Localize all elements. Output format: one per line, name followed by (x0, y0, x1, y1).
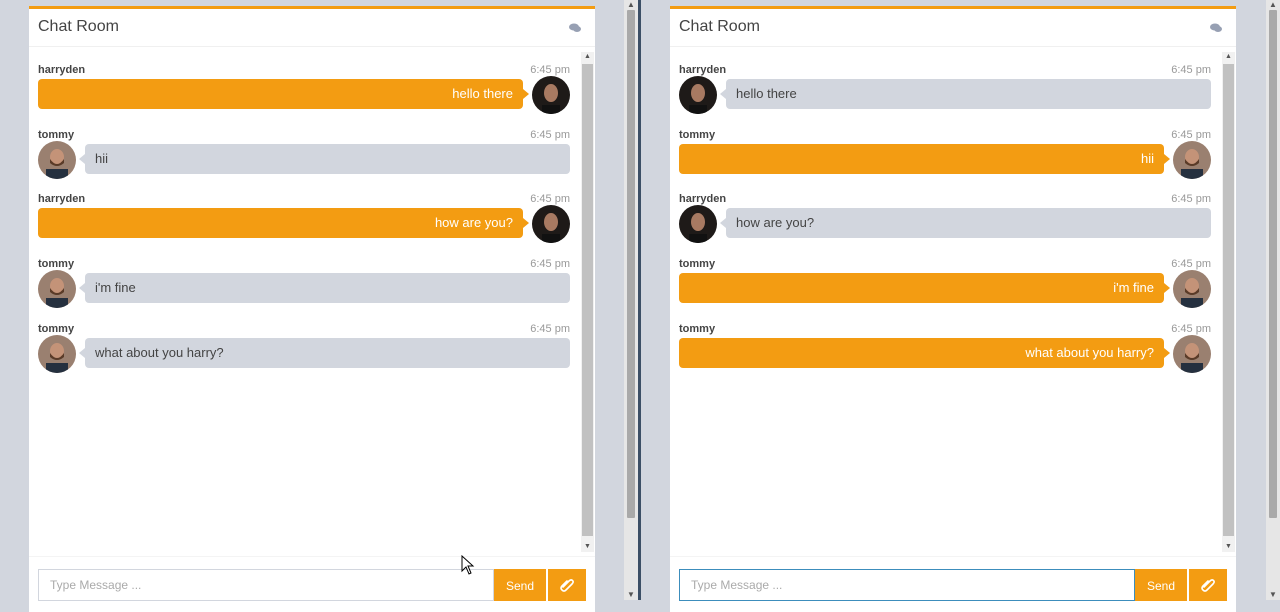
paperclip-icon (560, 579, 574, 592)
chat-header: Chat Room (29, 9, 595, 47)
message-time: 6:45 pm (1171, 258, 1211, 270)
message-bubble: hello there (720, 79, 1211, 109)
sender-name: tommy (38, 258, 75, 270)
avatar-harryden (532, 205, 570, 243)
scroll-up-arrow-icon[interactable]: ▲ (624, 0, 638, 10)
chat-header: Chat Room (670, 9, 1236, 47)
message-list: harryden 6:45 pm hello there tommy 6:45 … (670, 52, 1220, 552)
chat-box: Chat Room harryden 6:45 pm hello there t… (29, 6, 595, 612)
chat-footer: Send (670, 556, 1236, 612)
sender-name: harryden (679, 193, 727, 205)
message-time: 6:45 pm (1171, 193, 1211, 205)
message-list: harryden 6:45 pm hello there tommy 6:45 … (29, 52, 579, 552)
scrollbar-thumb[interactable] (582, 64, 593, 536)
message-time: 6:45 pm (530, 323, 570, 335)
message-bubble: what about you harry? (679, 338, 1170, 368)
chat-title: Chat Room (38, 18, 119, 35)
sender-name: harryden (38, 64, 86, 76)
chat-footer: Send (29, 556, 595, 612)
scroll-down-arrow-icon[interactable]: ▼ (624, 590, 638, 600)
send-button[interactable]: Send (1135, 569, 1187, 601)
message-bubble: how are you? (720, 208, 1211, 238)
message-item: tommy 6:45 pm hii (38, 129, 570, 189)
scroll-down-arrow-icon[interactable]: ▼ (581, 542, 594, 552)
window-scrollbar[interactable]: ▲ ▼ (1266, 0, 1280, 600)
avatar-tommy (38, 335, 76, 373)
message-bubble: hello there (38, 79, 529, 109)
avatar-tommy (1173, 335, 1211, 373)
message-time: 6:45 pm (530, 64, 570, 76)
message-item: harryden 6:45 pm hello there (679, 64, 1211, 124)
chat-title: Chat Room (679, 18, 760, 35)
scroll-down-arrow-icon[interactable]: ▼ (1266, 590, 1280, 600)
message-bubble: i'm fine (679, 273, 1170, 303)
message-time: 6:45 pm (1171, 129, 1211, 141)
comments-icon[interactable] (1210, 23, 1222, 33)
message-item: harryden 6:45 pm hello there (38, 64, 570, 124)
scrollbar-thumb[interactable] (627, 10, 635, 518)
message-item: tommy 6:45 pm hii (679, 129, 1211, 189)
avatar-tommy (38, 270, 76, 308)
avatar-tommy (1173, 141, 1211, 179)
message-time: 6:45 pm (530, 258, 570, 270)
scroll-up-arrow-icon[interactable]: ▲ (1266, 0, 1280, 10)
paperclip-icon (1201, 579, 1215, 592)
sender-name: tommy (679, 129, 716, 141)
avatar-harryden (679, 76, 717, 114)
message-item: tommy 6:45 pm i'm fine (679, 258, 1211, 318)
scroll-down-arrow-icon[interactable]: ▼ (1222, 542, 1235, 552)
sender-name: tommy (679, 323, 716, 335)
message-input[interactable] (679, 569, 1135, 601)
message-input[interactable] (38, 569, 494, 601)
right-chat-window: Chat Room harryden 6:45 pm hello there t… (641, 0, 1280, 612)
message-bubble: hii (679, 144, 1170, 174)
message-item: harryden 6:45 pm how are you? (38, 193, 570, 253)
message-time: 6:45 pm (1171, 323, 1211, 335)
message-scrollbar[interactable]: ▲ ▼ (1222, 52, 1235, 552)
avatar-tommy (1173, 270, 1211, 308)
scrollbar-thumb[interactable] (1269, 10, 1277, 518)
mouse-cursor-icon (461, 555, 475, 575)
sender-name: tommy (38, 129, 75, 141)
avatar-harryden (532, 76, 570, 114)
message-item: tommy 6:45 pm what about you harry? (38, 323, 570, 383)
message-item: tommy 6:45 pm what about you harry? (679, 323, 1211, 383)
sender-name: harryden (679, 64, 727, 76)
message-item: tommy 6:45 pm i'm fine (38, 258, 570, 318)
attach-button[interactable] (1189, 569, 1227, 601)
comments-icon[interactable] (569, 23, 581, 33)
message-bubble: how are you? (38, 208, 529, 238)
scrollbar-thumb[interactable] (1223, 64, 1234, 536)
message-time: 6:45 pm (530, 193, 570, 205)
message-scrollbar[interactable]: ▲ ▼ (581, 52, 594, 552)
avatar-harryden (679, 205, 717, 243)
message-bubble: hii (79, 144, 570, 174)
sender-name: tommy (679, 258, 716, 270)
left-chat-window: Chat Room harryden 6:45 pm hello there t… (0, 0, 638, 612)
window-scrollbar[interactable]: ▲ ▼ (624, 0, 638, 600)
sender-name: harryden (38, 193, 86, 205)
message-time: 6:45 pm (530, 129, 570, 141)
sender-name: tommy (38, 323, 75, 335)
message-bubble: what about you harry? (79, 338, 570, 368)
message-time: 6:45 pm (1171, 64, 1211, 76)
send-button[interactable]: Send (494, 569, 546, 601)
chat-box: Chat Room harryden 6:45 pm hello there t… (670, 6, 1236, 612)
message-item: harryden 6:45 pm how are you? (679, 193, 1211, 253)
attach-button[interactable] (548, 569, 586, 601)
scroll-up-arrow-icon[interactable]: ▲ (1222, 52, 1235, 62)
scroll-up-arrow-icon[interactable]: ▲ (581, 52, 594, 62)
avatar-tommy (38, 141, 76, 179)
message-bubble: i'm fine (79, 273, 570, 303)
